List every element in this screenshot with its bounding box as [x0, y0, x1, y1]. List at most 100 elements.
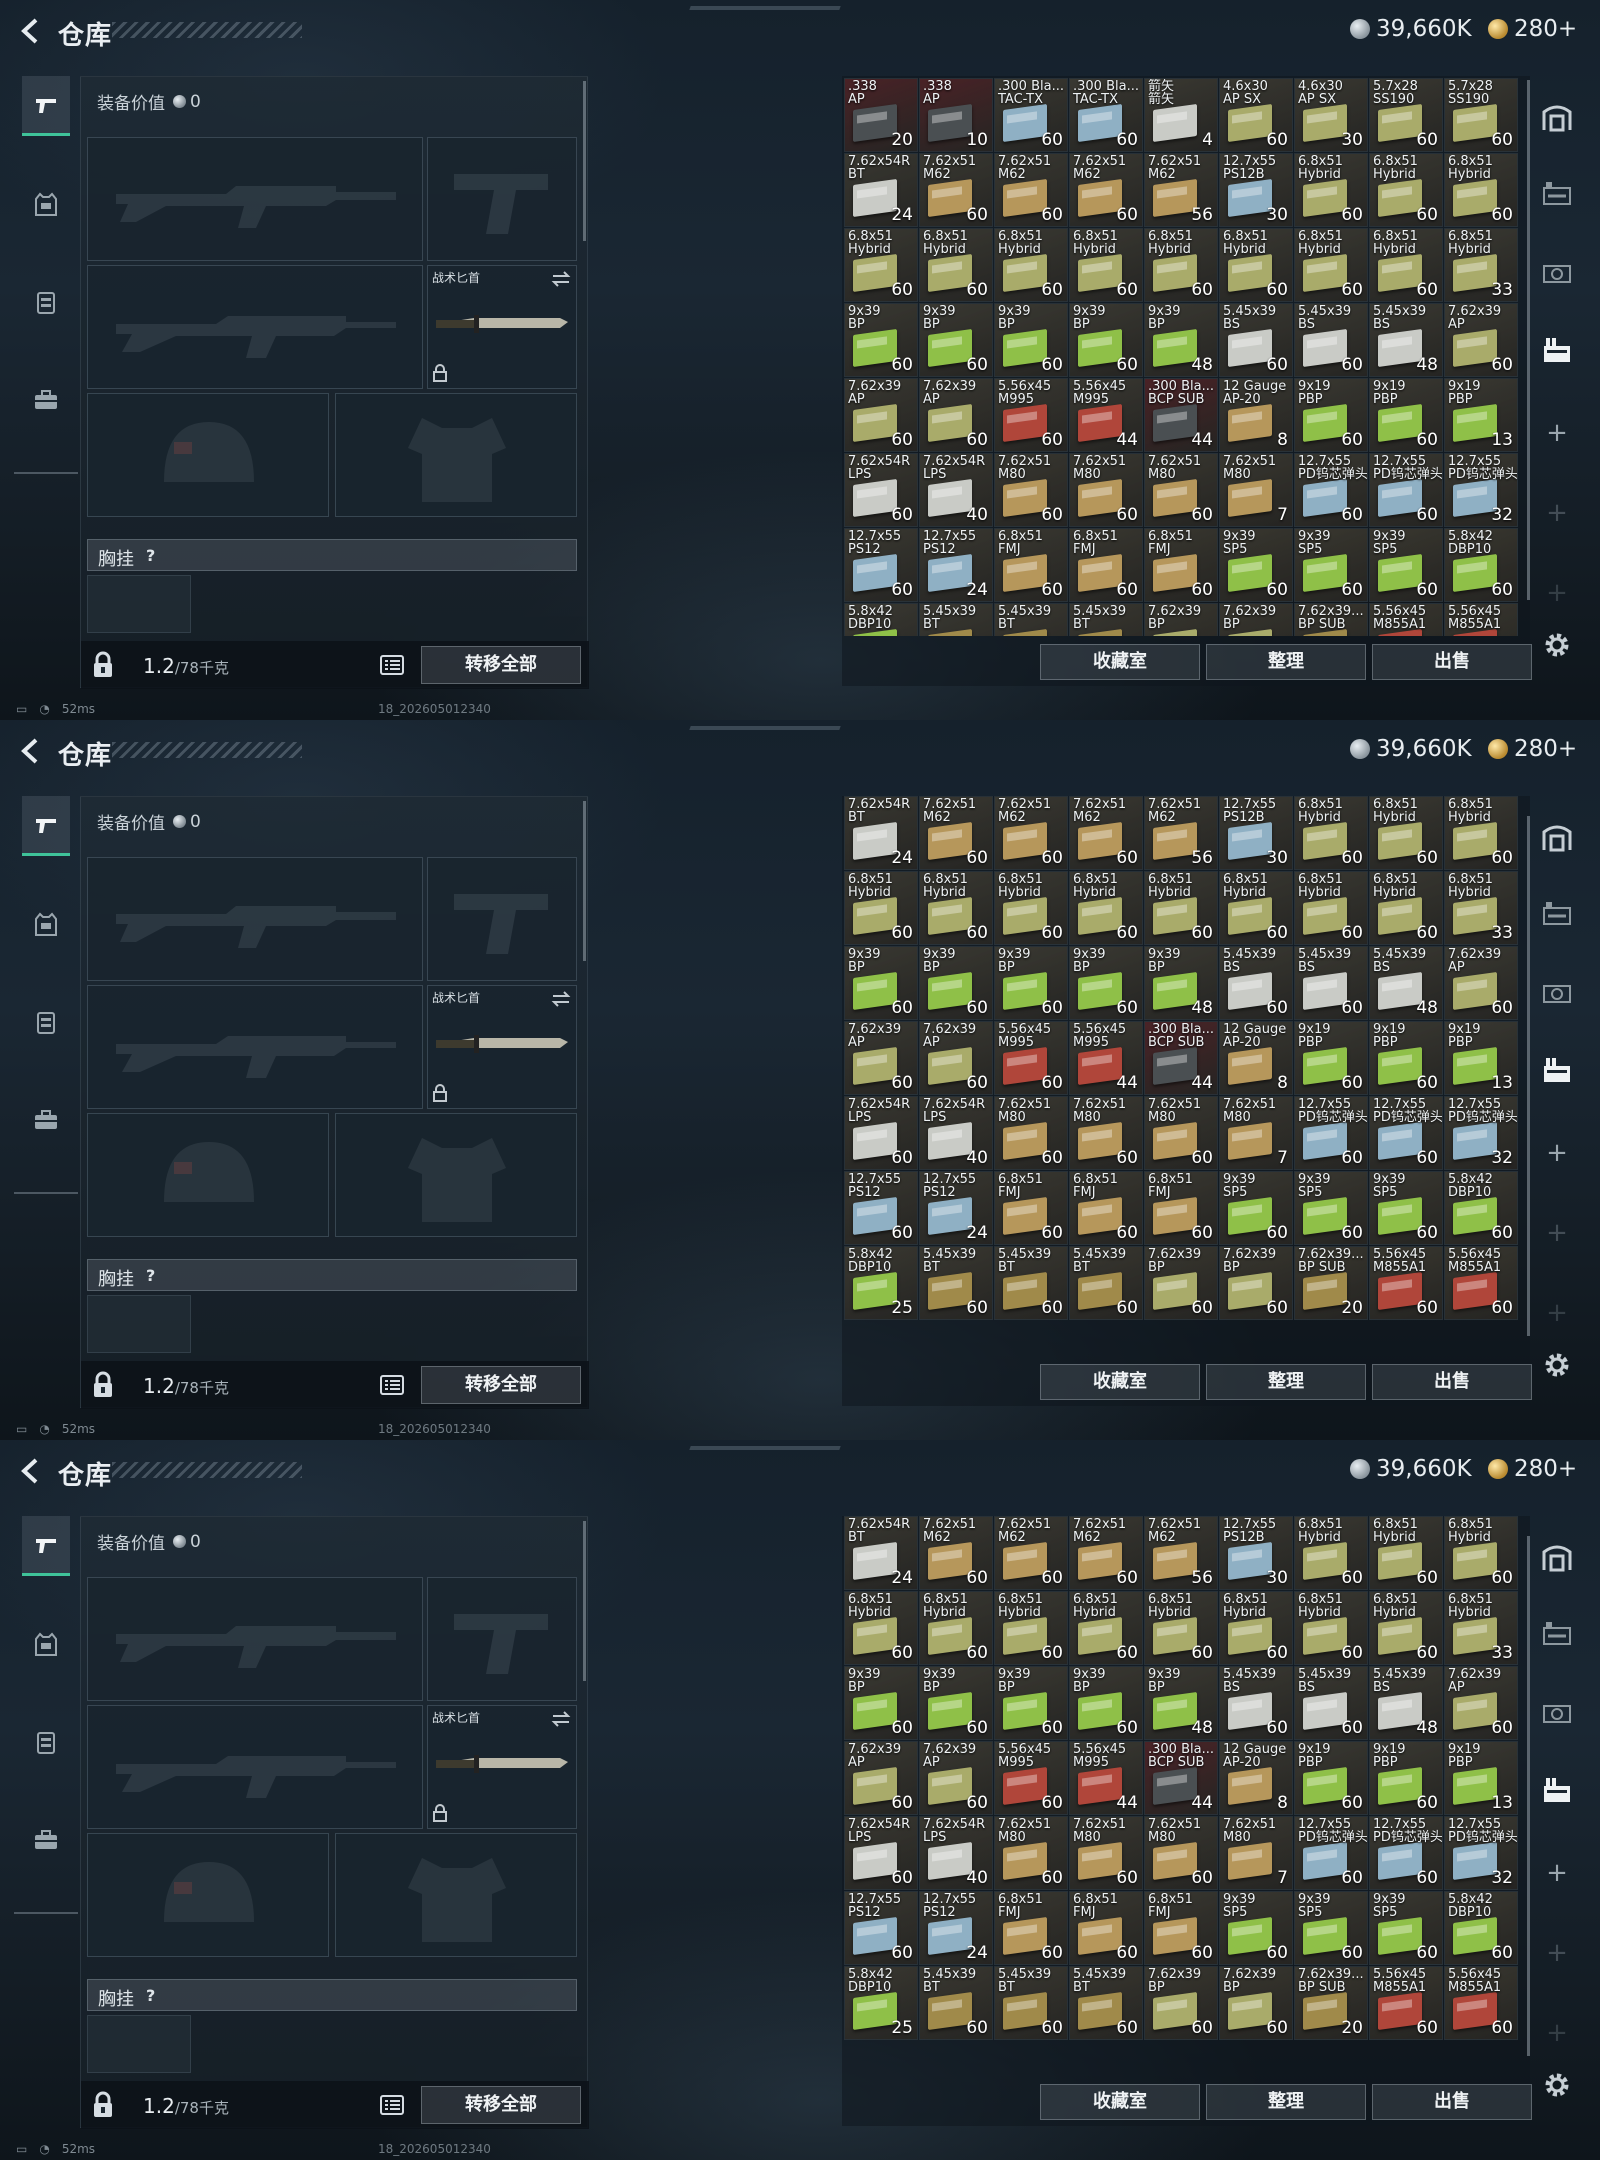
ammo-item[interactable]: 6.8x51 Hybrid 60 [1444, 1516, 1518, 1590]
ammo-item[interactable]: 6.8x51 Hybrid 60 [844, 1591, 918, 1665]
ammo-item[interactable]: 7.62x51 M62 60 [994, 1516, 1068, 1590]
ammo-item[interactable]: 9x19 PBP 60 [1294, 1021, 1368, 1095]
secondary-weapon-slot[interactable] [87, 985, 423, 1109]
knife-slot[interactable]: 战术匕首 [427, 265, 577, 389]
ammo-item[interactable]: 7.62x54R BT 24 [844, 796, 918, 870]
ammo-item[interactable]: 6.8x51 Hybrid 60 [1069, 228, 1143, 302]
storage-tab-ammo[interactable] [1540, 1774, 1574, 1808]
ammo-item[interactable]: 9x39 BP 48 [1144, 946, 1218, 1020]
chest-rig-slot[interactable] [87, 2015, 191, 2073]
ammo-item[interactable]: 12.7x55 PD钨芯弹头 32 [1444, 453, 1518, 527]
ammo-item[interactable]: 6.8x51 Hybrid 60 [919, 1591, 993, 1665]
collection-button[interactable]: 收藏室 [1040, 1364, 1200, 1400]
ammo-item[interactable]: 7.62x39 BP 60 [1219, 1966, 1293, 2040]
ammo-item[interactable]: 7.62x51 M62 60 [1069, 1516, 1143, 1590]
back-button[interactable] [14, 1454, 48, 1488]
ammo-item[interactable]: 6.8x51 Hybrid 60 [1369, 1516, 1443, 1590]
lock-button[interactable] [87, 1369, 119, 1401]
ammo-item[interactable]: 7.62x39 AP 60 [1444, 1666, 1518, 1740]
ammo-item[interactable]: 6.8x51 Hybrid 60 [1444, 153, 1518, 227]
ammo-item[interactable]: 5.45x39 BT60 [1069, 1246, 1143, 1320]
ammo-item[interactable]: 7.62x51 M62 56 [1144, 1516, 1218, 1590]
ammo-item[interactable]: 9x19 PBP 60 [1369, 1021, 1443, 1095]
ammo-item[interactable]: 7.62x39 AP 60 [1444, 303, 1518, 377]
ammo-item[interactable]: 7.62x39 BP 60 [1144, 1966, 1218, 2040]
storage-scrollbar[interactable] [1527, 80, 1530, 600]
ammo-item[interactable]: 12.7x55 PD钨芯弹头 32 [1444, 1096, 1518, 1170]
ammo-item[interactable]: 5.45x39 BT60 [919, 1966, 993, 2040]
ammo-item[interactable]: 5.45x39 BT60 [1069, 603, 1143, 636]
equipment-scrollbar[interactable] [583, 1521, 586, 1681]
ammo-item[interactable]: 9x39 BP 48 [1144, 303, 1218, 377]
ammo-item[interactable]: 6.8x51 Hybrid 60 [919, 871, 993, 945]
knife-slot[interactable]: 战术匕首 [427, 1705, 577, 1829]
ammo-item[interactable]: 6.8x51 FMJ 60 [1144, 1171, 1218, 1245]
add-tab-button[interactable]: + [1542, 1298, 1572, 1328]
ammo-item[interactable]: 9x39 SP5 60 [1294, 1171, 1368, 1245]
ammo-item[interactable]: 12 Gauge AP-20 8 [1219, 378, 1293, 452]
storage-tab-weapons[interactable] [1540, 178, 1574, 212]
equipment-scrollbar[interactable] [583, 801, 586, 961]
ammo-item[interactable]: 7.62x51 M62 60 [994, 153, 1068, 227]
ammo-item[interactable]: 6.8x51 Hybrid 60 [1219, 228, 1293, 302]
add-tab-button[interactable]: + [1542, 1218, 1572, 1248]
ammo-item[interactable]: 12.7x55 PS12B 30 [1219, 796, 1293, 870]
ammo-item[interactable]: 7.62x51 M80 60 [994, 1096, 1068, 1170]
ammo-item[interactable]: 5.56x45 M855A160 [1369, 1966, 1443, 2040]
storage-tab-ammo[interactable] [1540, 334, 1574, 368]
settings-button[interactable] [1540, 628, 1574, 662]
pistol-slot[interactable] [427, 857, 577, 981]
ammo-item[interactable]: 9x19 PBP 60 [1369, 1741, 1443, 1815]
ammo-item[interactable]: 7.62x51 M62 60 [919, 796, 993, 870]
ammo-item[interactable]: 7.62x51 M80 7 [1219, 453, 1293, 527]
ammo-item[interactable]: 4.6x30 AP SX 60 [1219, 78, 1293, 152]
ammo-item[interactable]: 7.62x51 M80 60 [1069, 1816, 1143, 1890]
back-button[interactable] [14, 14, 48, 48]
ammo-item[interactable]: 5.8x42 DBP10 25 [844, 1246, 918, 1320]
swap-icon[interactable] [550, 268, 572, 290]
tab-weapons[interactable] [22, 796, 70, 856]
ammo-item[interactable]: 9x39 SP5 60 [1369, 528, 1443, 602]
ammo-item[interactable]: 5.45x39 BS 48 [1369, 946, 1443, 1020]
armor-slot[interactable] [335, 1113, 577, 1237]
ammo-item[interactable]: 9x19 PBP 13 [1444, 1021, 1518, 1095]
ammo-item[interactable]: 5.56x45 M995 60 [994, 378, 1068, 452]
ammo-item[interactable]: 5.56x45 M995 60 [994, 1021, 1068, 1095]
add-tab-button[interactable]: + [1542, 1138, 1572, 1168]
ammo-item[interactable]: 9x39 BP 48 [1144, 1666, 1218, 1740]
ammo-item[interactable]: 7.62x39... BP SUB20 [1294, 603, 1368, 636]
list-view-button[interactable] [377, 651, 407, 679]
ammo-item[interactable]: 12.7x55 PS12 60 [844, 1171, 918, 1245]
add-tab-button[interactable]: + [1542, 2018, 1572, 2048]
ammo-item[interactable]: 7.62x51 M80 60 [1144, 1096, 1218, 1170]
sell-button[interactable]: 出售 [1372, 644, 1532, 680]
ammo-item[interactable]: 7.62x39 AP 60 [919, 1741, 993, 1815]
ammo-item[interactable]: 5.8x42 DBP10 60 [1444, 1891, 1518, 1965]
ammo-item[interactable]: 6.8x51 FMJ 60 [1144, 1891, 1218, 1965]
ammo-item[interactable]: 7.62x51 M80 60 [1144, 453, 1218, 527]
ammo-item[interactable]: 6.8x51 Hybrid 60 [1144, 228, 1218, 302]
ammo-item[interactable]: 12.7x55 PD钨芯弹头 60 [1294, 1096, 1368, 1170]
ammo-item[interactable]: 7.62x39 AP 60 [919, 1021, 993, 1095]
ammo-item[interactable]: 6.8x51 Hybrid 33 [1444, 871, 1518, 945]
ammo-item[interactable]: 9x39 BP 60 [994, 1666, 1068, 1740]
ammo-item[interactable]: 9x39 SP5 60 [1219, 528, 1293, 602]
ammo-item[interactable]: 6.8x51 Hybrid 60 [994, 1591, 1068, 1665]
ammo-item[interactable]: 5.56x45 M855A160 [1444, 603, 1518, 636]
ammo-item[interactable]: 5.8x42 DBP10 60 [1444, 528, 1518, 602]
ammo-item[interactable]: 6.8x51 FMJ 60 [994, 1891, 1068, 1965]
ammo-item[interactable]: 9x39 BP 60 [919, 946, 993, 1020]
help-icon[interactable]: ? [146, 1266, 155, 1285]
lock-button[interactable] [87, 649, 119, 681]
pistol-slot[interactable] [427, 137, 577, 261]
sort-button[interactable]: 整理 [1206, 644, 1366, 680]
secondary-weapon-slot[interactable] [87, 1705, 423, 1829]
ammo-item[interactable]: 5.56x45 M855A160 [1369, 1246, 1443, 1320]
tab-consumables[interactable] [22, 992, 70, 1052]
ammo-item[interactable]: 6.8x51 Hybrid 60 [1294, 871, 1368, 945]
primary-weapon-slot[interactable] [87, 857, 423, 981]
tab-misc[interactable] [22, 1810, 70, 1870]
tab-weapons[interactable] [22, 1516, 70, 1576]
ammo-item[interactable]: 6.8x51 Hybrid 60 [1369, 796, 1443, 870]
storage-scrollbar[interactable] [1527, 816, 1530, 1336]
